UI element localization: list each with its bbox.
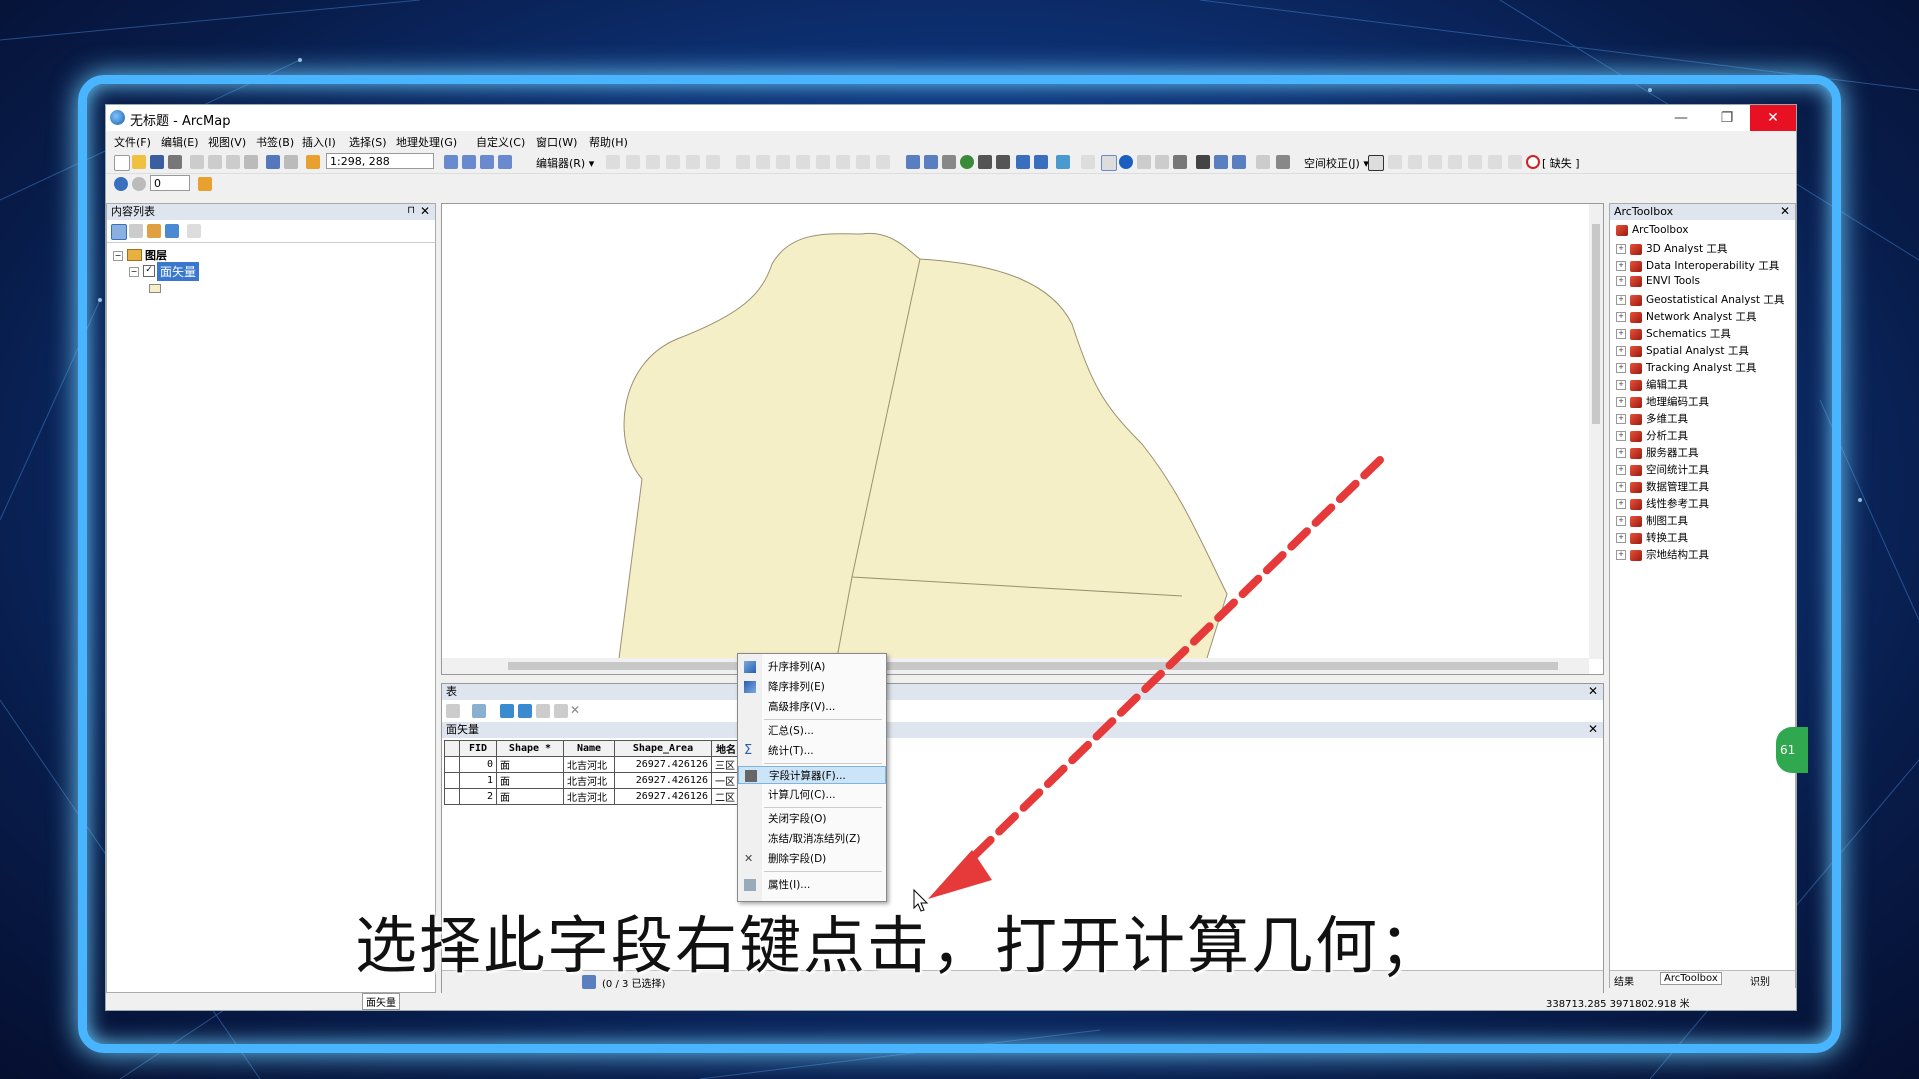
video-subtitle: 选择此字段右键点击，打开计算几何； [355, 909, 1444, 982]
side-floating-badge[interactable]: 61 [1776, 727, 1808, 773]
red-dashed-arrow [964, 456, 1384, 866]
arrow-head-icon [928, 850, 992, 899]
